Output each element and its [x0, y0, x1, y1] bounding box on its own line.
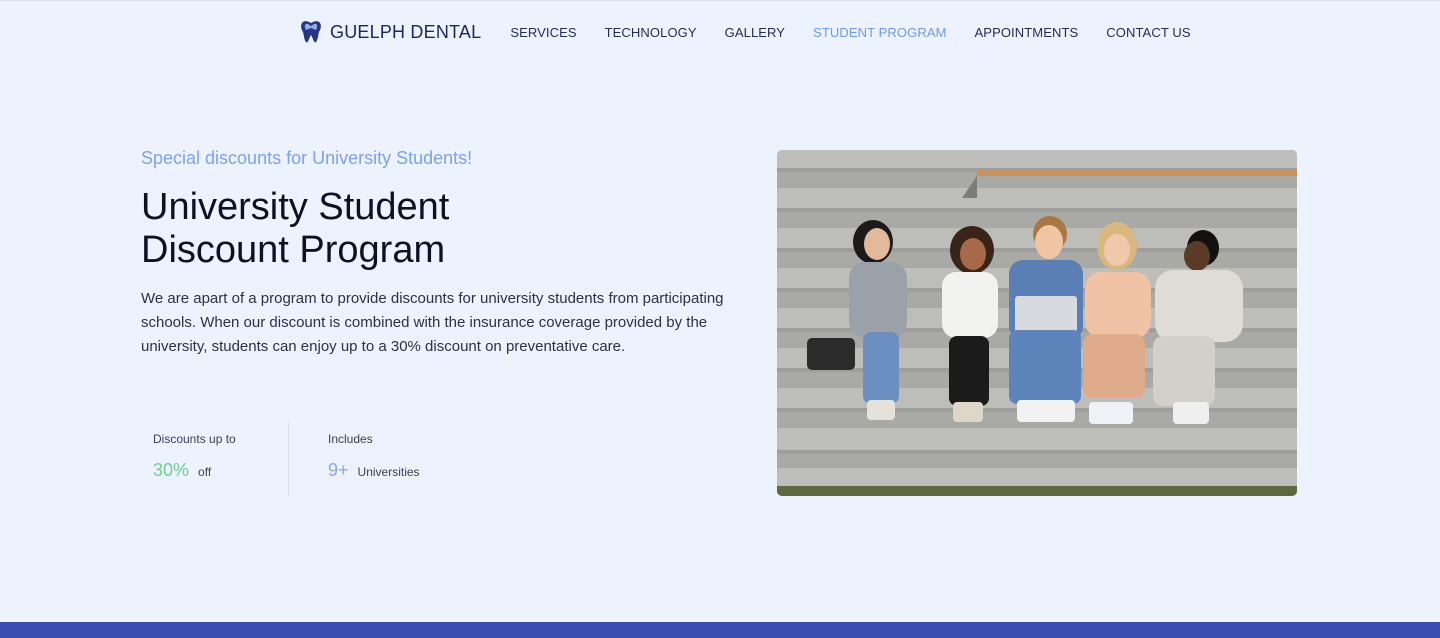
stats-divider — [288, 422, 289, 496]
brand-name: GUELPH DENTAL — [330, 21, 482, 42]
stat-value: 9+ — [328, 460, 349, 480]
stat-universities: Includes 9+ Universities — [328, 432, 420, 481]
hero-description: We are apart of a program to provide dis… — [141, 290, 724, 355]
nav-gallery[interactable]: GALLERY — [725, 25, 785, 40]
tooth-icon — [301, 21, 321, 43]
nav-technology[interactable]: TECHNOLOGY — [605, 25, 697, 40]
stat-label: Includes — [328, 432, 373, 446]
nav-student-program[interactable]: STUDENT PROGRAM — [813, 25, 946, 40]
stat-discount: Discounts up to 30% off — [153, 432, 236, 481]
footer-bar — [0, 622, 1440, 638]
students-on-steps-image — [777, 150, 1297, 496]
stat-unit: off — [198, 465, 212, 479]
page-title: University Student Discount Program — [141, 186, 641, 272]
stat-unit: Universities — [357, 465, 420, 479]
page-title-line-1: University Student — [141, 186, 450, 228]
brand-logo[interactable]: GUELPH DENTAL — [300, 20, 481, 44]
stat-label: Discounts up to — [153, 432, 236, 446]
students-photo — [777, 150, 1297, 496]
page-title-line-2: Discount Program — [141, 229, 446, 271]
nav-contact-us[interactable]: CONTACT US — [1106, 25, 1190, 40]
nav-appointments[interactable]: APPOINTMENTS — [975, 25, 1079, 40]
stat-value: 30% — [153, 460, 190, 480]
main-navigation: GUELPH DENTAL SERVICES TECHNOLOGY GALLER… — [300, 18, 1191, 46]
top-border — [0, 0, 1440, 1]
nav-services[interactable]: SERVICES — [510, 25, 576, 40]
hero-eyebrow: Special discounts for University Student… — [141, 148, 473, 168]
